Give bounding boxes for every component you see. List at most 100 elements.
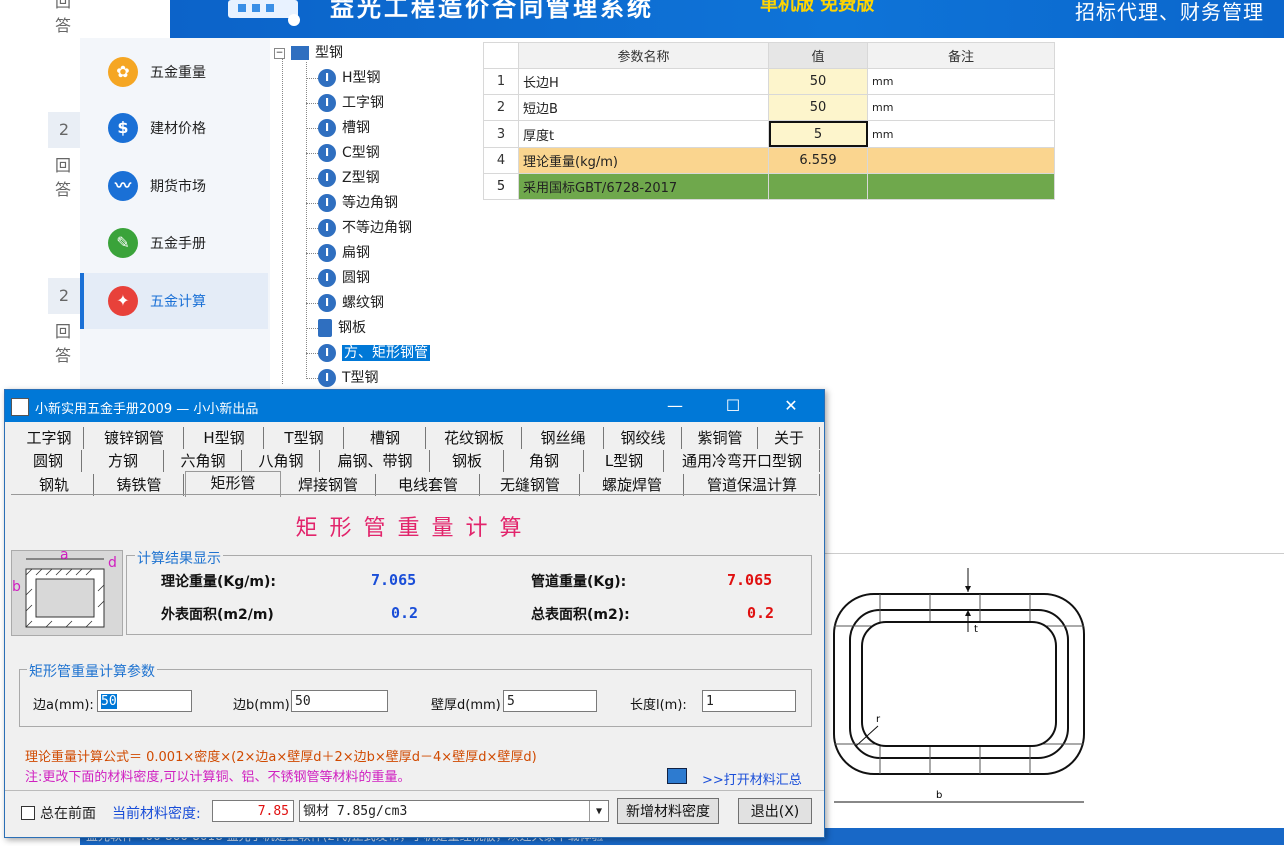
- tab-item[interactable]: 八角钢: [243, 450, 320, 472]
- tree-item[interactable]: I Z型钢: [318, 167, 380, 189]
- tab-item[interactable]: T型钢: [265, 427, 344, 449]
- tab-item[interactable]: 铸铁管: [95, 474, 184, 496]
- tab-item[interactable]: 槽钢: [345, 427, 426, 449]
- clover-icon: ✿: [108, 57, 138, 87]
- table-row[interactable]: 1 长边H 50 mm: [483, 68, 1055, 96]
- param-note[interactable]: mm: [867, 68, 1055, 96]
- tab-item[interactable]: 镀锌钢管: [85, 427, 184, 449]
- table-row[interactable]: 3 厚度t 5 mm: [483, 120, 1055, 148]
- drawing-label-t: t: [974, 624, 978, 635]
- maximize-button[interactable]: ☐: [713, 394, 753, 418]
- tab-item[interactable]: 焊接钢管: [281, 474, 376, 496]
- tab-item[interactable]: 角钢: [505, 450, 584, 472]
- collapse-icon[interactable]: −: [274, 47, 285, 59]
- tree-item[interactable]: I 扁钢: [318, 242, 370, 264]
- sidebar-item-label: 期货市场: [150, 179, 206, 195]
- tab-item[interactable]: 管道保温计算: [685, 474, 820, 496]
- tab-item[interactable]: 花纹钢板: [427, 427, 522, 449]
- tree-item[interactable]: I 不等边角钢: [318, 217, 412, 239]
- trend-icon: 〰: [108, 171, 138, 201]
- banner-right-text: 招标代理、财务管理: [1075, 0, 1264, 24]
- sidebar-item-hardware-weight[interactable]: ✿ 五金重量: [80, 44, 268, 100]
- table-row[interactable]: 4 理论重量(kg/m) 6.559: [483, 146, 1055, 174]
- tab-item[interactable]: 钢绞线: [605, 427, 682, 449]
- always-on-top-checkbox[interactable]: [21, 806, 35, 820]
- parameter-grid: 参数名称 值 备注 1 长边H 50 mm 2 短边B 50 mm 3 厚度t …: [483, 41, 1055, 201]
- tab-item[interactable]: 钢丝绳: [523, 427, 604, 449]
- wrench-icon: ✎: [108, 228, 138, 258]
- side-a-input[interactable]: 50: [97, 690, 192, 712]
- param-name: 厚度t: [518, 120, 769, 148]
- tree-item-label: 等边角钢: [342, 195, 398, 211]
- chevron-down-icon[interactable]: ▼: [589, 801, 608, 821]
- tree-root[interactable]: − 型钢: [274, 42, 343, 64]
- tab-item[interactable]: 螺旋焊管: [581, 474, 684, 496]
- top-banner: 益光工程造价合同管理系统 单机版 免费版 招标代理、财务管理: [170, 0, 1284, 38]
- tab-item[interactable]: 无缝钢管: [481, 474, 580, 496]
- sidebar-item-hardware-calc[interactable]: ✦ 五金计算: [80, 273, 268, 329]
- tree-item[interactable]: I 工字钢: [318, 92, 384, 114]
- exit-button[interactable]: 退出(X): [738, 798, 812, 824]
- pipe-weight-value: 7.065: [727, 571, 773, 589]
- close-button[interactable]: ✕: [771, 394, 811, 418]
- tab-item[interactable]: 六角钢: [165, 450, 242, 472]
- param-note[interactable]: mm: [867, 120, 1055, 148]
- tab-item[interactable]: L型钢: [585, 450, 664, 472]
- tab-item[interactable]: H型钢: [185, 427, 264, 449]
- outer-area-value: 0.2: [391, 604, 419, 622]
- param-value[interactable]: 5: [768, 120, 868, 148]
- tree-item[interactable]: I 等边角钢: [318, 192, 398, 214]
- strip-top-text: 回答: [55, 0, 72, 35]
- diagram-label-d: d: [108, 555, 117, 571]
- tree-item[interactable]: I 方、矩形钢管: [318, 342, 430, 364]
- tree-item-label: 螺纹钢: [342, 295, 384, 311]
- tree-item[interactable]: I T型钢: [318, 367, 379, 389]
- material-select[interactable]: 钢材 7.85g/cm3 ▼: [299, 800, 609, 822]
- density-input[interactable]: 7.85: [212, 800, 294, 822]
- tree-item[interactable]: 钢板: [318, 317, 366, 339]
- sidebar-item-material-price[interactable]: $ 建材价格: [80, 100, 268, 156]
- tree-item-label: 槽钢: [342, 120, 370, 136]
- total-area-value: 0.2: [747, 604, 775, 622]
- param-name: 长边H: [518, 68, 769, 96]
- side-a-label: 边a(mm):: [33, 698, 94, 713]
- calculator-icon[interactable]: [667, 768, 687, 784]
- thickness-input[interactable]: 5: [503, 690, 597, 712]
- tab-item[interactable]: 工字钢: [15, 427, 84, 449]
- tree-item[interactable]: I 圆钢: [318, 267, 370, 289]
- tree-item[interactable]: I 螺纹钢: [318, 292, 384, 314]
- tree-item-label: 工字钢: [342, 95, 384, 111]
- tree-item[interactable]: I H型钢: [318, 67, 381, 89]
- param-value[interactable]: 50: [768, 68, 868, 96]
- sidebar-item-hardware-manual[interactable]: ✎ 五金手册: [80, 215, 268, 271]
- formula-text: 理论重量计算公式＝ 0.001×密度×(2×边a×壁厚d＋2×边b×壁厚d－4×…: [25, 746, 537, 765]
- density-note: 注:更改下面的材料密度,可以计算铜、铝、不锈钢管等材料的重量。: [25, 770, 411, 785]
- pipe-weight-label: 管道重量(Kg):: [531, 574, 627, 590]
- strip-card-text: 回答: [55, 322, 72, 365]
- tab-item[interactable]: 扁钢、带钢: [321, 450, 430, 472]
- tab-item[interactable]: 圆钢: [15, 450, 82, 472]
- side-b-input[interactable]: 50: [291, 690, 388, 712]
- table-row[interactable]: 2 短边B 50 mm: [483, 94, 1055, 122]
- tab-item[interactable]: 关于: [759, 427, 820, 449]
- sidebar-item-futures-market[interactable]: 〰 期货市场: [80, 158, 268, 214]
- minimize-button[interactable]: —: [655, 394, 695, 418]
- param-value[interactable]: 50: [768, 94, 868, 122]
- tree-item[interactable]: I 槽钢: [318, 117, 370, 139]
- param-name: 采用国标GBT/6728-2017: [518, 172, 769, 201]
- sidebar-item-label: 建材价格: [150, 121, 206, 137]
- tab-item[interactable]: 电线套管: [377, 474, 480, 496]
- table-row[interactable]: 5 采用国标GBT/6728-2017: [483, 172, 1055, 201]
- tab-item[interactable]: 通用冷弯开口型钢: [665, 450, 820, 472]
- tab-item[interactable]: 方钢: [83, 450, 164, 472]
- tree-item[interactable]: I C型钢: [318, 142, 380, 164]
- add-density-button[interactable]: 新增材料密度: [617, 798, 719, 824]
- open-materials-link[interactable]: >>打开材料汇总: [702, 769, 802, 788]
- tab-item[interactable]: 紫铜管: [683, 427, 758, 449]
- tab-item[interactable]: 钢轨: [15, 474, 94, 496]
- param-note[interactable]: mm: [867, 94, 1055, 122]
- side-a-value: 50: [101, 694, 117, 709]
- length-input[interactable]: 1: [702, 690, 796, 712]
- dialog-titlebar[interactable]: 小新实用五金手册2009 — 小小新出品 — ☐ ✕: [5, 390, 824, 422]
- tab-item[interactable]: 钢板: [431, 450, 504, 472]
